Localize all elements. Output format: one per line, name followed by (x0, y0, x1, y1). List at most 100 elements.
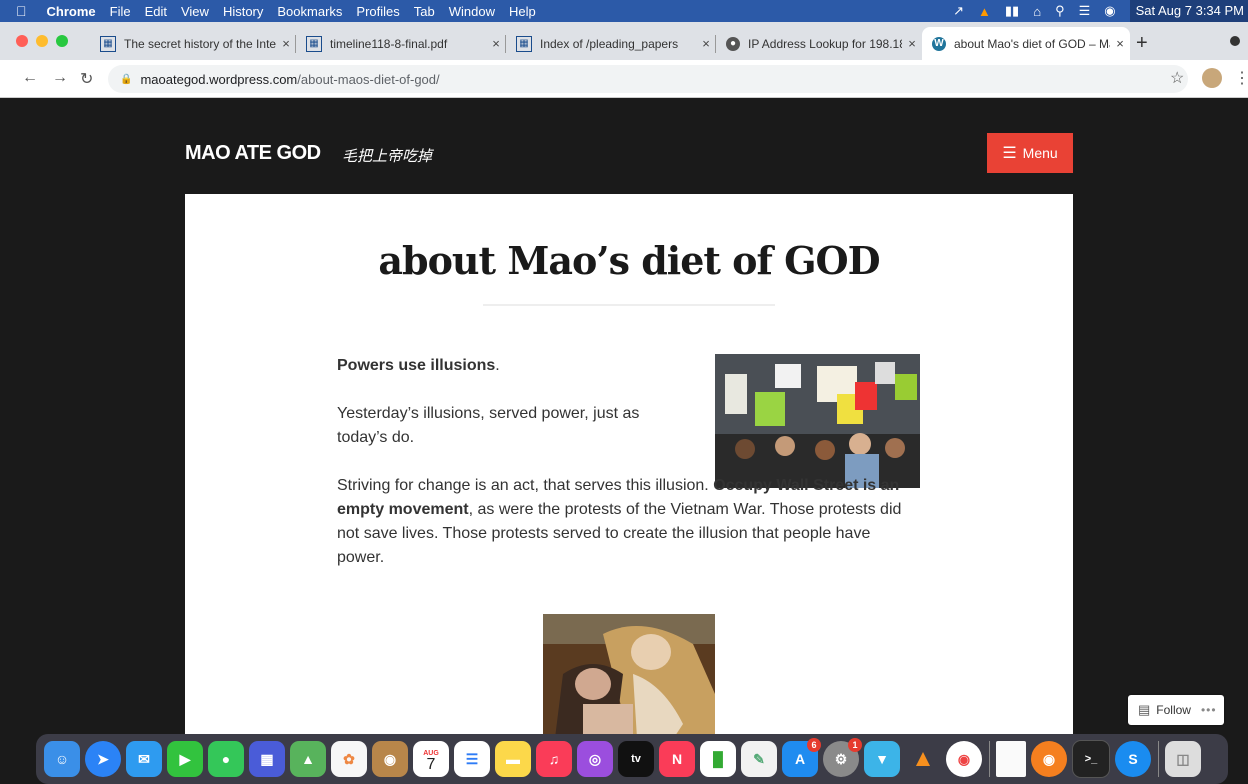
mail-icon[interactable]: ✉ (126, 741, 162, 777)
reload-icon[interactable]: ↻ (80, 69, 93, 89)
facetime-icon[interactable]: ▶ (167, 741, 203, 777)
hamburger-icon: ☰ (1002, 145, 1017, 162)
script-icon[interactable]: ↗ (953, 3, 964, 19)
network-utility-icon[interactable]: ▼ (864, 741, 900, 777)
control-center-icon[interactable]: ☰ (1079, 3, 1091, 19)
url-path: /about-maos-diet-of-god/ (297, 71, 440, 87)
menu-view[interactable]: View (181, 4, 209, 19)
more-options-icon[interactable]: ••• (1201, 703, 1217, 717)
follow-button[interactable]: ▤ Follow ••• (1128, 695, 1224, 725)
menu-help[interactable]: Help (509, 4, 536, 19)
dock-area: ☺ ➤ ✉ ▶ ● ▦ ▲ ✿ ◉ AUG 7 ☰ ▬ ♫ ◎ tv N █ ✎… (0, 734, 1248, 784)
apple-icon[interactable]:  (16, 3, 27, 19)
lock-icon[interactable]: 🔒 (120, 74, 132, 85)
pieta-painting[interactable] (543, 614, 715, 734)
menu-history[interactable]: History (223, 4, 263, 19)
vlc-icon[interactable]: ▲ (905, 741, 941, 777)
tab-pleading-papers[interactable]: ▦ Index of /pleading_papers × (506, 27, 716, 60)
site-title[interactable]: MAO ATE GOD (185, 142, 321, 165)
apple-tv-icon[interactable]: tv (618, 741, 654, 777)
spotlight-icon[interactable]: ⚲ (1055, 3, 1065, 19)
new-tab-button[interactable]: + (1136, 27, 1160, 60)
trash-icon[interactable]: ◫ (1165, 741, 1201, 777)
system-preferences-badge: 1 (848, 738, 862, 752)
wifi-icon[interactable]: ⌂ (1033, 4, 1041, 19)
back-arrow-icon[interactable]: ← (22, 69, 38, 87)
status-area: ↗ ▲ ▮▮ ⌂ ⚲ ☰ ◉ Sat Aug 7 3:34 PM (953, 0, 1248, 22)
zoom-window-button[interactable] (56, 35, 68, 47)
siri-icon[interactable]: ◉ (1104, 3, 1115, 19)
tab-title: The secret history of the Intern (124, 36, 276, 51)
menu-profiles[interactable]: Profiles (356, 4, 399, 19)
menu-edit[interactable]: Edit (145, 4, 167, 19)
menu-button-label: Menu (1022, 145, 1058, 161)
post-content: about Mao’s diet of GOD Powers use illus… (185, 194, 1073, 734)
kebab-menu-icon[interactable]: ⋮ (1234, 68, 1248, 88)
reminders-icon[interactable]: ☰ (454, 741, 490, 777)
maps-icon[interactable]: ▲ (290, 741, 326, 777)
webpage: MAO ATE GOD 毛把上帝吃掉 ☰ Menu about Mao’s di… (12, 98, 1236, 734)
sheet-icon: ▦ (516, 35, 532, 52)
skype-icon[interactable]: S (1115, 741, 1151, 777)
tab-title: Index of /pleading_papers (540, 36, 679, 51)
tab-title: about Mao's diet of GOD – Mao (954, 36, 1110, 51)
notes-icon[interactable]: ▬ (495, 741, 531, 777)
tab-search-icon[interactable] (1230, 36, 1240, 46)
close-tab-icon[interactable]: × (902, 36, 922, 51)
tab-timeline-pdf[interactable]: ▦ timeline118-8-final.pdf × (296, 27, 506, 60)
dock-separator (989, 741, 990, 777)
document-icon[interactable] (996, 741, 1026, 777)
finder-icon[interactable]: ☺ (44, 741, 80, 777)
menu-bookmarks[interactable]: Bookmarks (277, 4, 342, 19)
launchpad-icon[interactable]: ▦ (249, 741, 285, 777)
menu-button[interactable]: ☰ Menu (987, 133, 1073, 173)
post-title: about Mao’s diet of GOD (378, 238, 880, 283)
textedit-icon[interactable]: ✎ (741, 741, 777, 777)
follow-label: Follow (1156, 703, 1191, 717)
menu-file[interactable]: File (110, 4, 131, 19)
tab-mao-diet-active[interactable]: W about Mao's diet of GOD – Mao × (922, 27, 1130, 60)
photos-icon[interactable]: ✿ (331, 741, 367, 777)
close-tab-icon[interactable]: × (276, 36, 296, 51)
calendar-day: 7 (426, 756, 436, 773)
calendar-icon[interactable]: AUG 7 (413, 741, 449, 777)
site-tagline: 毛把上帝吃掉 (342, 148, 433, 165)
firefox-icon[interactable]: ◉ (1031, 741, 1067, 777)
tab-secret-history[interactable]: ▦ The secret history of the Intern × (90, 27, 296, 60)
chrome-icon[interactable]: ◉ (946, 741, 982, 777)
menu-window[interactable]: Window (449, 4, 495, 19)
bookmark-star-icon[interactable]: ☆ (1170, 68, 1184, 88)
news-icon[interactable]: N (659, 741, 695, 777)
numbers-icon[interactable]: █ (700, 741, 736, 777)
close-window-button[interactable] (16, 35, 28, 47)
profile-avatar[interactable] (1202, 68, 1222, 88)
close-tab-icon[interactable]: × (486, 36, 506, 51)
vlc-status-icon[interactable]: ▲ (978, 4, 991, 19)
close-tab-icon[interactable]: × (1110, 36, 1130, 51)
contacts-icon[interactable]: ◉ (372, 741, 408, 777)
tab-title: timeline118-8-final.pdf (330, 36, 448, 51)
tab-title: IP Address Lookup for 198.189 (748, 36, 902, 51)
messages-icon[interactable]: ● (208, 741, 244, 777)
system-preferences-icon[interactable]: ⚙ 1 (823, 738, 862, 777)
close-tab-icon[interactable]: × (696, 36, 716, 51)
app-store-icon[interactable]: A6 (782, 738, 821, 777)
address-bar[interactable]: 🔒 maoategod.wordpress.com/about-maos-die… (108, 65, 1188, 93)
sheet-icon: ▦ (306, 35, 322, 52)
music-icon[interactable]: ♫ (536, 741, 572, 777)
forward-arrow-icon[interactable]: → (52, 69, 68, 87)
minimize-window-button[interactable] (36, 35, 48, 47)
menu-tab[interactable]: Tab (414, 4, 435, 19)
tab-ip-lookup[interactable]: ● IP Address Lookup for 198.189 × (716, 27, 922, 60)
battery-icon[interactable]: ▮▮ (1005, 3, 1019, 19)
dock-separator (1158, 741, 1159, 777)
safari-icon[interactable]: ➤ (85, 741, 121, 777)
sheet-icon: ▦ (100, 35, 116, 52)
clock[interactable]: Sat Aug 7 3:34 PM (1129, 0, 1248, 22)
terminal-icon[interactable]: >_ (1072, 740, 1110, 778)
podcasts-icon[interactable]: ◎ (577, 741, 613, 777)
paragraph-2: Yesterday’s illusions, served power, jus… (337, 405, 640, 446)
tab-strip: ▦ The secret history of the Intern × ▦ t… (0, 22, 1248, 60)
menu-app-name[interactable]: Chrome (47, 4, 96, 19)
plus-icon: + (1136, 32, 1148, 54)
